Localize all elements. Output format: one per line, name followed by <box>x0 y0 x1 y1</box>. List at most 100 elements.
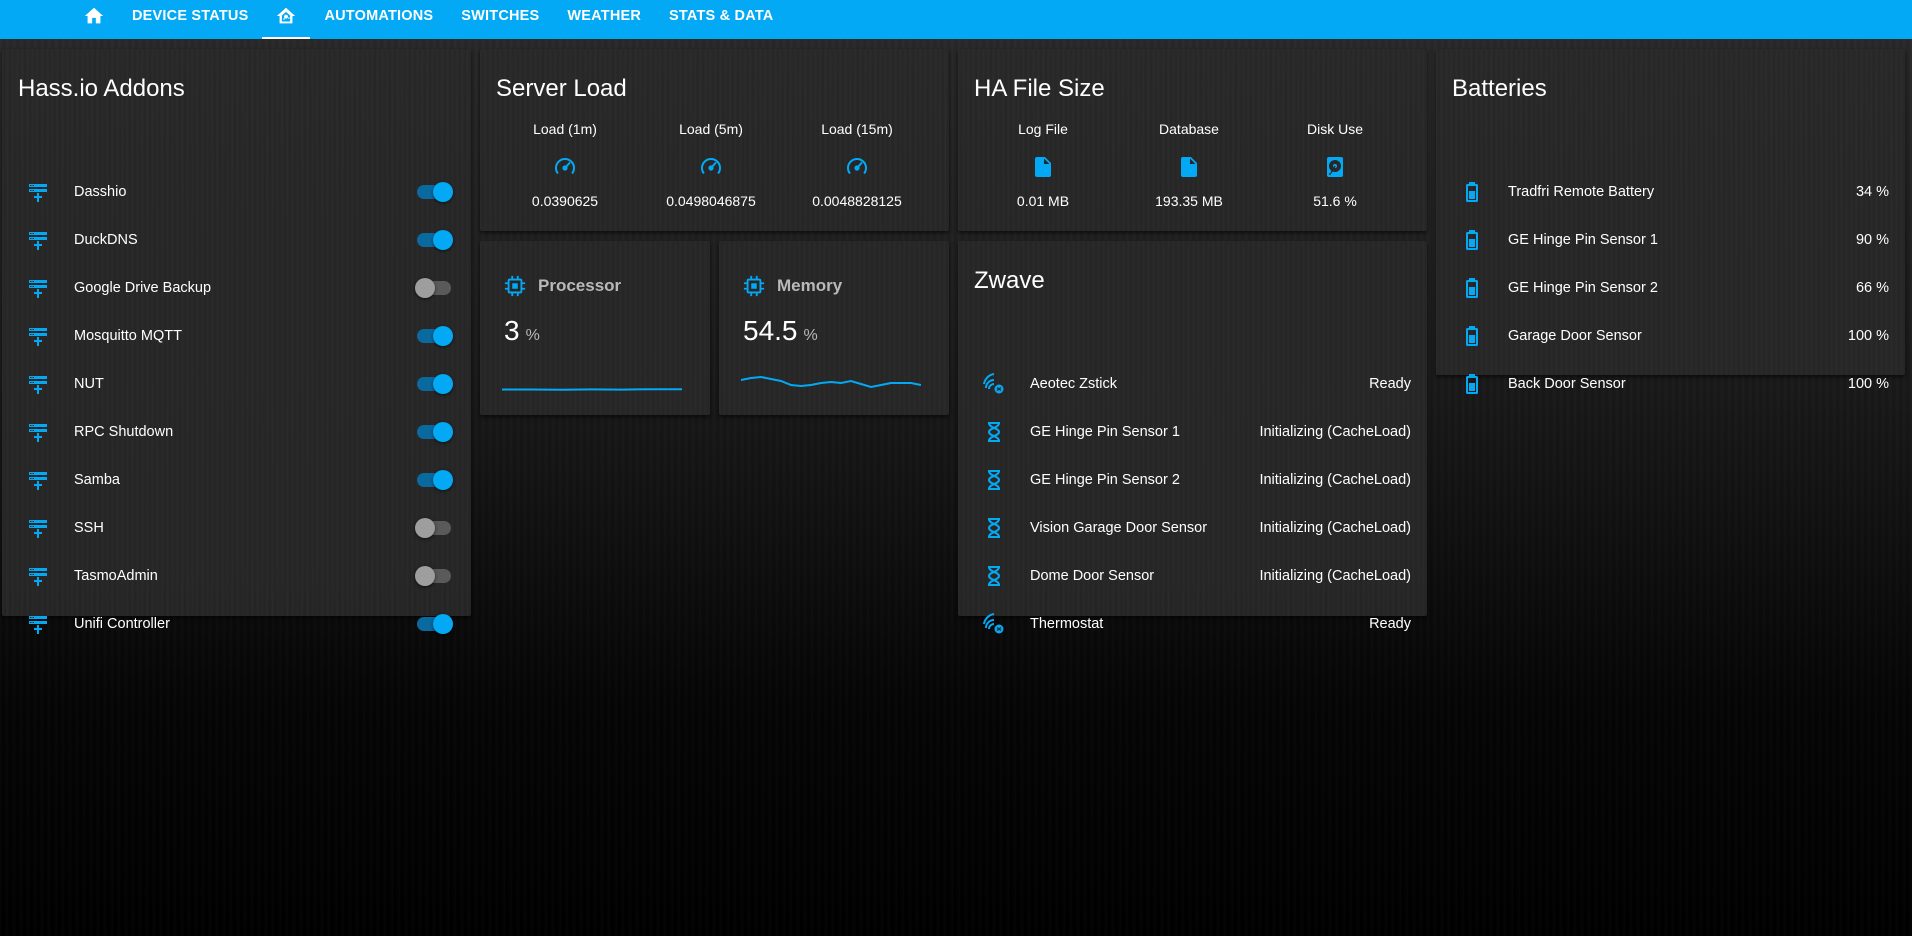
battery-row[interactable]: Tradfri Remote Battery 34 % <box>1436 168 1905 216</box>
battery-label: Tradfri Remote Battery <box>1508 184 1655 200</box>
stat-column[interactable]: Disk Use 51.6 % <box>1262 121 1408 209</box>
stat-column[interactable]: Load (5m) 0.0498046875 <box>638 121 784 209</box>
addon-toggle[interactable] <box>415 566 453 586</box>
zwave-row[interactable]: Vision Garage Door Sensor Initializing (C… <box>958 504 1427 552</box>
addon-row: Samba <box>2 456 471 504</box>
zwave-row[interactable]: Thermostat Ready <box>958 600 1427 648</box>
addon-toggle[interactable] <box>415 278 453 298</box>
addon-row: Mosquitto MQTT <box>2 312 471 360</box>
tab-stats-data[interactable]: STATS & DATA <box>655 0 787 31</box>
zwave-label: Aeotec Zstick <box>1030 376 1118 392</box>
toggle-knob <box>433 326 453 346</box>
addon-icon <box>24 274 52 302</box>
addon-row: NUT <box>2 360 471 408</box>
memory-sparkline <box>741 375 922 389</box>
toggle-knob <box>433 230 453 250</box>
addon-toggle[interactable] <box>415 326 453 346</box>
stat-column[interactable]: Log File 0.01 MB <box>970 121 1116 209</box>
tab-device-status[interactable]: DEVICE STATUS <box>118 0 262 31</box>
addon-row: Unifi Controller <box>2 600 471 648</box>
addon-row: Dasshio <box>2 168 471 216</box>
memory-card[interactable]: Memory 54.5 % <box>719 241 949 415</box>
top-nav-bar: DEVICE STATUS AUTOMATIONS SWITCHES WEATH… <box>0 0 1912 39</box>
processor-card[interactable]: Processor 3 % <box>480 241 710 415</box>
chip-icon <box>743 275 765 297</box>
battery-icon <box>1458 226 1486 254</box>
stat-name: Load (15m) <box>821 121 893 137</box>
addon-toggle[interactable] <box>415 230 453 250</box>
zwave-label: GE Hinge Pin Sensor 2 <box>1030 472 1180 488</box>
toggle-knob <box>433 470 453 490</box>
addon-label: SSH <box>74 520 104 536</box>
addon-icon <box>24 466 52 494</box>
file-size-card: HA File Size Log File 0.01 MB Database 193.… <box>958 49 1427 231</box>
sensor-value: 3 % <box>504 315 540 347</box>
battery-icon <box>1458 370 1486 398</box>
zwave-label: Dome Door Sensor <box>1030 568 1155 584</box>
toggle-knob <box>415 566 435 586</box>
addon-toggle[interactable] <box>415 518 453 538</box>
sensor-unit: % <box>525 327 540 344</box>
stat-value: 0.01 MB <box>1016 193 1070 209</box>
addon-label: Samba <box>74 472 120 488</box>
battery-value: 66 % <box>1855 280 1889 296</box>
tab-label: WEATHER <box>567 7 642 24</box>
tab-label: AUTOMATIONS <box>324 7 434 24</box>
addon-toggle[interactable] <box>415 614 453 634</box>
sensor-name: Memory <box>777 276 843 295</box>
addon-row: SSH <box>2 504 471 552</box>
toggle-knob <box>415 278 435 298</box>
stat-name: Disk Use <box>1306 121 1363 137</box>
tab-switches[interactable]: SWITCHES <box>447 0 553 31</box>
hourglass-icon <box>980 562 1008 590</box>
card-title: Zwave <box>974 267 1045 294</box>
battery-row[interactable]: Garage Door Sensor 100 % <box>1436 312 1905 360</box>
hourglass-icon <box>980 466 1008 494</box>
addon-row: TasmoAdmin <box>2 552 471 600</box>
battery-value: 100 % <box>1847 376 1889 392</box>
home-icon <box>84 7 104 23</box>
addon-toggle[interactable] <box>415 374 453 394</box>
battery-row[interactable]: Back Door Sensor 100 % <box>1436 360 1905 408</box>
stat-value: 51.6 % <box>1313 193 1357 209</box>
battery-row[interactable]: GE Hinge Pin Sensor 2 66 % <box>1436 264 1905 312</box>
addon-icon <box>24 370 52 398</box>
zwave-icon <box>980 610 1008 638</box>
hourglass-icon <box>980 418 1008 446</box>
zwave-row[interactable]: Dome Door Sensor Initializing (CacheLoad) <box>958 552 1427 600</box>
harddisk-icon <box>1323 155 1347 179</box>
addon-label: RPC Shutdown <box>74 424 174 440</box>
addon-label: Google Drive Backup <box>74 280 212 296</box>
zwave-row[interactable]: GE Hinge Pin Sensor 2 Initializing (Cache… <box>958 456 1427 504</box>
file-icon <box>1031 155 1055 179</box>
zwave-label: Thermostat <box>1030 616 1104 632</box>
battery-icon <box>1458 274 1486 302</box>
stat-column[interactable]: Load (15m) 0.0048828125 <box>784 121 930 209</box>
zwave-status: Ready <box>1369 376 1411 392</box>
addon-label: Unifi Controller <box>74 616 170 632</box>
addon-icon <box>24 226 52 254</box>
processor-sparkline <box>502 388 683 391</box>
gauge-icon <box>845 155 869 179</box>
tab-home[interactable] <box>70 0 118 31</box>
stat-column[interactable]: Load (1m) 0.0390625 <box>492 121 638 209</box>
tab-label: SWITCHES <box>461 7 540 24</box>
zwave-card: Zwave Aeotec Zstick Ready GE Hinge Pin Sen… <box>958 241 1427 634</box>
tab-home-automation[interactable] <box>262 0 311 39</box>
addon-toggle[interactable] <box>415 422 453 442</box>
tab-automations[interactable]: AUTOMATIONS <box>310 0 447 31</box>
battery-row[interactable]: GE Hinge Pin Sensor 1 90 % <box>1436 216 1905 264</box>
toggle-knob <box>433 182 453 202</box>
addon-toggle[interactable] <box>415 470 453 490</box>
toggle-knob <box>433 614 453 634</box>
sensor-header: Processor <box>504 275 621 297</box>
stat-column[interactable]: Database 193.35 MB <box>1116 121 1262 209</box>
tab-weather[interactable]: WEATHER <box>553 0 655 31</box>
gauge-icon <box>553 155 577 179</box>
zwave-icon <box>980 370 1008 398</box>
zwave-label: GE Hinge Pin Sensor 1 <box>1030 424 1180 440</box>
zwave-row[interactable]: GE Hinge Pin Sensor 1 Initializing (Cache… <box>958 408 1427 456</box>
addon-toggle[interactable] <box>415 182 453 202</box>
zwave-row[interactable]: Aeotec Zstick Ready <box>958 360 1427 408</box>
zwave-status: Initializing (CacheLoad) <box>1259 568 1411 584</box>
